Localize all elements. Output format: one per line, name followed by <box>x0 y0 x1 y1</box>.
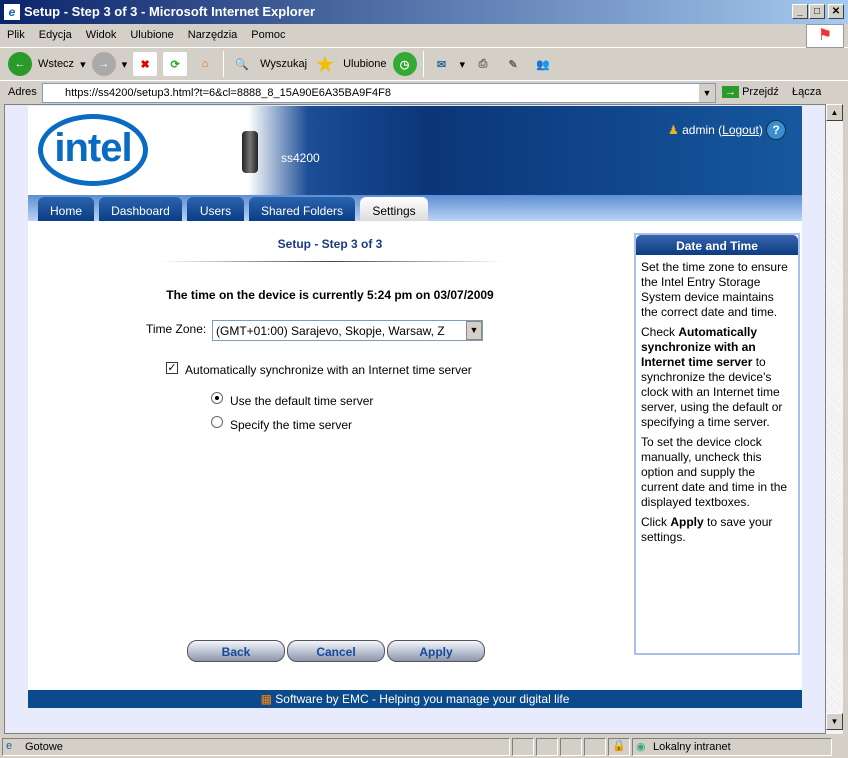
back-arrow-icon[interactable]: ← <box>8 52 32 76</box>
help-title: Date and Time <box>636 235 798 255</box>
header-banner: intel ss4200 ♟ admin (Logout) ? <box>28 106 802 195</box>
menu-widok[interactable]: Widok <box>79 24 124 41</box>
timezone-select[interactable]: (GMT+01:00) Sarajevo, Skopje, Warsaw, Z ▼ <box>212 320 483 341</box>
logout-link[interactable]: Logout <box>722 123 759 137</box>
timezone-label: Time Zone: <box>146 322 207 336</box>
refresh-icon[interactable]: ⟳ <box>163 52 188 76</box>
help-panel: Date and Time Set the time zone to ensur… <box>634 233 800 655</box>
ie-icon: e <box>4 4 20 20</box>
toolbar: ← Wstecz ▾ → ▾ ✖ ⟳ ⌂ 🔍 Wyszukaj ★ Ulubione… <box>0 48 848 81</box>
search-button[interactable]: Wyszukaj <box>260 58 307 70</box>
vertical-scrollbar[interactable]: ▲ ▼ <box>826 104 843 734</box>
back-button[interactable]: Back <box>187 640 285 662</box>
back-button[interactable]: Wstecz <box>38 58 74 70</box>
menu-edycja[interactable]: Edycja <box>32 24 79 41</box>
tab-shared-folders[interactable]: Shared Folders <box>249 197 355 221</box>
default-server-label: Use the default time server <box>230 394 374 408</box>
emc-logo-icon: ▦ <box>260 692 272 706</box>
home-icon[interactable]: ⌂ <box>193 52 217 76</box>
help-icon[interactable]: ? <box>766 120 787 140</box>
auto-sync-checkbox[interactable]: ✓ <box>166 362 178 374</box>
menu-narzedzia[interactable]: Narzędzia <box>181 24 245 41</box>
messenger-icon[interactable]: 👥 <box>531 52 555 76</box>
close-button[interactable]: ✕ <box>828 4 844 19</box>
help-text: Click Apply to save your settings. <box>641 515 773 544</box>
auto-sync-label: Automatically synchronize with an Intern… <box>185 363 472 377</box>
stop-icon[interactable]: ✖ <box>133 52 158 76</box>
lock-icon: 🔒 <box>608 738 630 756</box>
device-time-text: The time on the device is currently 5:24… <box>166 288 494 302</box>
device-icon <box>242 131 258 173</box>
menu-ulubione[interactable]: Ulubione <box>123 24 180 41</box>
page-icon: e <box>6 740 13 752</box>
status-bar: e Gotowe 🔒 ◉ Lokalny intranet <box>0 736 848 758</box>
divider <box>158 261 506 262</box>
forward-arrow-icon[interactable]: → <box>91 52 116 76</box>
device-name: ss4200 <box>281 151 320 165</box>
windows-logo-icon: ⚑ <box>806 24 844 48</box>
tab-settings[interactable]: Settings <box>360 197 428 221</box>
status-text: e Gotowe <box>2 738 510 756</box>
zone-text: ◉ Lokalny intranet <box>632 738 832 756</box>
menu-pomoc[interactable]: Pomoc <box>244 24 292 41</box>
page-content: intel ss4200 ♟ admin (Logout) ? Home Das… <box>28 106 802 708</box>
scroll-up-icon[interactable]: ▲ <box>826 104 843 121</box>
footer: ▦ Software by EMC - Helping you manage y… <box>28 690 802 708</box>
favorites-star-icon[interactable]: ★ <box>313 52 337 76</box>
intranet-icon: ◉ <box>636 741 646 753</box>
edit-icon[interactable]: ✎ <box>501 52 525 76</box>
specify-server-radio[interactable] <box>211 416 223 428</box>
default-server-radio[interactable] <box>211 392 223 404</box>
user-icon: ♟ <box>668 123 679 137</box>
nav-tabs: Home Dashboard Users Shared Folders Sett… <box>28 195 802 221</box>
menu-plik[interactable]: Plik <box>0 24 32 41</box>
tab-dashboard[interactable]: Dashboard <box>99 197 182 221</box>
help-text: To set the device clock manually, unchec… <box>641 435 788 509</box>
apply-button[interactable]: Apply <box>387 640 485 662</box>
help-text: Check Automatically synchronize with an … <box>641 325 783 429</box>
chevron-down-icon[interactable]: ▼ <box>466 321 482 340</box>
address-label: Adres <box>8 86 37 98</box>
address-input[interactable]: https://ss4200/setup3.html?t=6&cl=8888_8… <box>42 83 716 103</box>
username: admin <box>682 123 715 137</box>
favorites-button[interactable]: Ulubione <box>343 58 386 70</box>
address-dropdown-icon[interactable]: ▼ <box>699 84 715 102</box>
search-icon[interactable]: 🔍 <box>230 52 254 76</box>
maximize-button[interactable]: □ <box>809 4 825 19</box>
cancel-button[interactable]: Cancel <box>287 640 385 662</box>
title-bar: e Setup - Step 3 of 3 - Microsoft Intern… <box>0 0 848 24</box>
specify-server-label: Specify the time server <box>230 418 353 432</box>
minimize-button[interactable]: _ <box>792 4 808 19</box>
go-arrow-icon: → <box>722 86 739 98</box>
tab-home[interactable]: Home <box>38 197 94 221</box>
tab-users[interactable]: Users <box>187 197 244 221</box>
help-text: Set the time zone to ensure the Intel En… <box>641 260 788 319</box>
go-button[interactable]: → Przejdź <box>722 86 779 98</box>
intel-logo: intel <box>38 114 148 186</box>
links-button[interactable]: Łącza <box>792 86 821 98</box>
window-title: Setup - Step 3 of 3 - Microsoft Internet… <box>24 4 316 19</box>
print-icon[interactable]: ⎙ <box>471 52 495 76</box>
menu-bar: Plik Edycja Widok Ulubione Narzędzia Pomoc <box>0 24 848 48</box>
page-title: Setup - Step 3 of 3 <box>277 237 383 251</box>
history-icon[interactable]: ◷ <box>392 52 417 76</box>
scroll-down-icon[interactable]: ▼ <box>826 713 843 730</box>
mail-icon[interactable]: ✉ <box>430 52 454 76</box>
address-bar: Adres https://ss4200/setup3.html?t=6&cl=… <box>0 82 848 104</box>
